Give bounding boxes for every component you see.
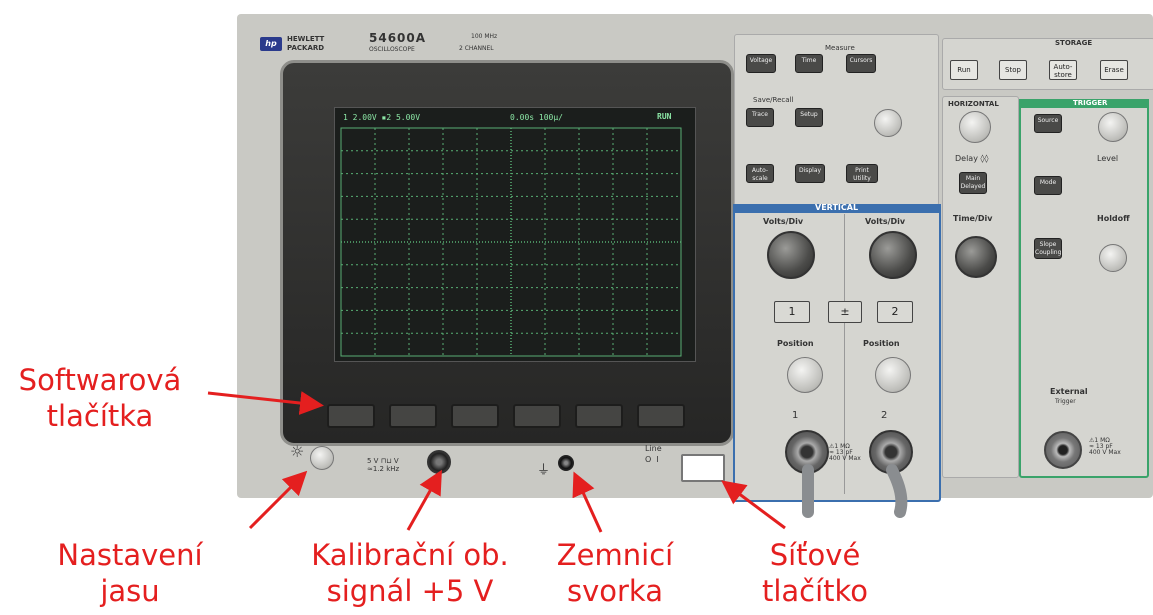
annotation-brightness: Nastavení jasu xyxy=(57,538,203,608)
annotation-power: Síťové tlačítko xyxy=(761,538,869,608)
annotation-calibration: Kalibrační ob. signál +5 V xyxy=(311,538,509,608)
annotation-ground: Zemnicí svorka xyxy=(556,538,674,608)
annotation-softkeys: Softwarová tlačítka xyxy=(18,363,182,433)
annotation-arrows xyxy=(207,391,786,533)
